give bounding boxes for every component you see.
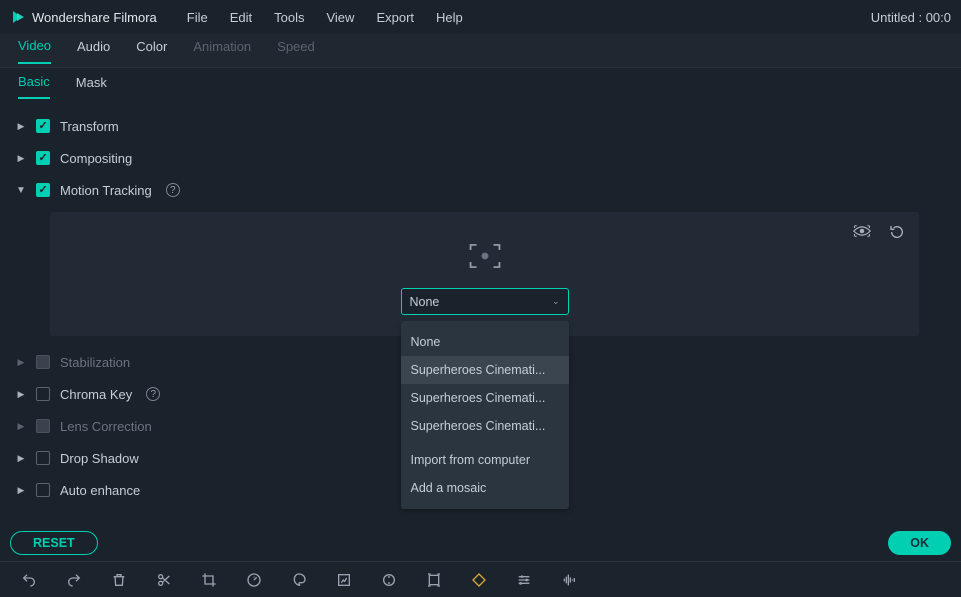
label-drop-shadow: Drop Shadow [60, 451, 139, 466]
group-compositing[interactable]: Compositing [0, 142, 961, 174]
checkbox-transform[interactable] [36, 119, 50, 133]
link-element-dropdown: None ⌄ None Superheroes Cinemati... Supe… [401, 288, 569, 315]
menu-view[interactable]: View [326, 10, 354, 25]
redo-icon[interactable] [65, 571, 83, 589]
expand-arrow-icon[interactable] [16, 389, 26, 400]
crop-icon[interactable] [200, 571, 218, 589]
main-menu: File Edit Tools View Export Help [187, 10, 871, 25]
help-icon[interactable]: ? [146, 387, 160, 401]
reset-icon[interactable] [889, 224, 905, 243]
label-chroma-key: Chroma Key [60, 387, 132, 402]
tab-audio[interactable]: Audio [77, 39, 110, 63]
tab-speed: Speed [277, 39, 315, 63]
add-marker-icon[interactable] [470, 571, 488, 589]
expand-arrow-icon[interactable] [16, 453, 26, 464]
expand-arrow-icon[interactable] [16, 121, 26, 132]
app-name: Wondershare Filmora [32, 10, 157, 25]
chevron-down-icon: ⌄ [552, 296, 560, 307]
tracking-target-icon[interactable] [468, 242, 502, 270]
delete-icon[interactable] [110, 571, 128, 589]
menu-edit[interactable]: Edit [230, 10, 252, 25]
tab-animation: Animation [193, 39, 251, 63]
group-transform[interactable]: Transform [0, 110, 961, 142]
label-motion-tracking: Motion Tracking [60, 183, 152, 198]
dropdown-select[interactable]: None ⌄ [401, 288, 569, 315]
split-icon[interactable] [155, 571, 173, 589]
color-icon[interactable] [290, 571, 308, 589]
checkbox-motion-tracking[interactable] [36, 183, 50, 197]
titlebar: Wondershare Filmora File Edit Tools View… [0, 0, 961, 34]
sub-tabs: Basic Mask [0, 68, 961, 104]
dropdown-list: None Superheroes Cinemati... Superheroes… [401, 321, 569, 509]
checkbox-auto-enhance[interactable] [36, 483, 50, 497]
menu-export[interactable]: Export [376, 10, 414, 25]
tab-mask[interactable]: Mask [76, 75, 107, 98]
expand-arrow-icon[interactable] [16, 421, 26, 432]
checkbox-compositing[interactable] [36, 151, 50, 165]
expand-arrow-icon[interactable] [16, 153, 26, 164]
menu-help[interactable]: Help [436, 10, 463, 25]
panel-body: Transform Compositing Motion Tracking ? [0, 104, 961, 506]
checkbox-drop-shadow[interactable] [36, 451, 50, 465]
mt-actions [853, 224, 905, 243]
dropdown-option-none[interactable]: None [401, 328, 569, 356]
dropdown-option-superheroes-1[interactable]: Superheroes Cinemati... [401, 356, 569, 384]
label-auto-enhance: Auto enhance [60, 483, 140, 498]
render-preview-icon[interactable] [853, 224, 871, 243]
label-lens-correction: Lens Correction [60, 419, 152, 434]
tab-video[interactable]: Video [18, 38, 51, 64]
reset-button[interactable]: RESET [10, 531, 98, 555]
help-icon[interactable]: ? [166, 183, 180, 197]
tab-color[interactable]: Color [136, 39, 167, 63]
expand-arrow-icon[interactable] [16, 485, 26, 496]
ok-button[interactable]: OK [888, 531, 951, 555]
collapse-arrow-icon[interactable] [16, 185, 26, 196]
project-title: Untitled : 00:0 [871, 10, 951, 25]
checkbox-chroma-key[interactable] [36, 387, 50, 401]
label-compositing: Compositing [60, 151, 132, 166]
motion-tracking-tool-icon[interactable] [380, 571, 398, 589]
dropdown-option-import[interactable]: Import from computer [401, 446, 569, 474]
footer-buttons: RESET OK [0, 526, 961, 560]
tab-basic[interactable]: Basic [18, 74, 50, 99]
group-motion-tracking[interactable]: Motion Tracking ? [0, 174, 961, 206]
panel-tabs: Video Audio Color Animation Speed [0, 34, 961, 68]
dropdown-value: None [410, 295, 440, 309]
green-screen-icon[interactable] [335, 571, 353, 589]
keyframe-tool-icon[interactable] [425, 571, 443, 589]
checkbox-lens-correction [36, 419, 50, 433]
motion-tracking-panel: None ⌄ None Superheroes Cinemati... Supe… [50, 212, 919, 336]
audio-mixer-icon[interactable] [560, 571, 578, 589]
speed-icon[interactable] [245, 571, 263, 589]
timeline-toolbar [0, 561, 961, 597]
menu-file[interactable]: File [187, 10, 208, 25]
filmora-logo-icon [10, 9, 26, 25]
adjust-icon[interactable] [515, 571, 533, 589]
dropdown-option-superheroes-2[interactable]: Superheroes Cinemati... [401, 384, 569, 412]
checkbox-stabilization [36, 355, 50, 369]
undo-icon[interactable] [20, 571, 38, 589]
dropdown-option-superheroes-3[interactable]: Superheroes Cinemati... [401, 412, 569, 440]
label-stabilization: Stabilization [60, 355, 130, 370]
app-logo: Wondershare Filmora [10, 9, 157, 25]
expand-arrow-icon[interactable] [16, 357, 26, 368]
label-transform: Transform [60, 119, 119, 134]
menu-tools[interactable]: Tools [274, 10, 304, 25]
dropdown-option-mosaic[interactable]: Add a mosaic [401, 474, 569, 502]
